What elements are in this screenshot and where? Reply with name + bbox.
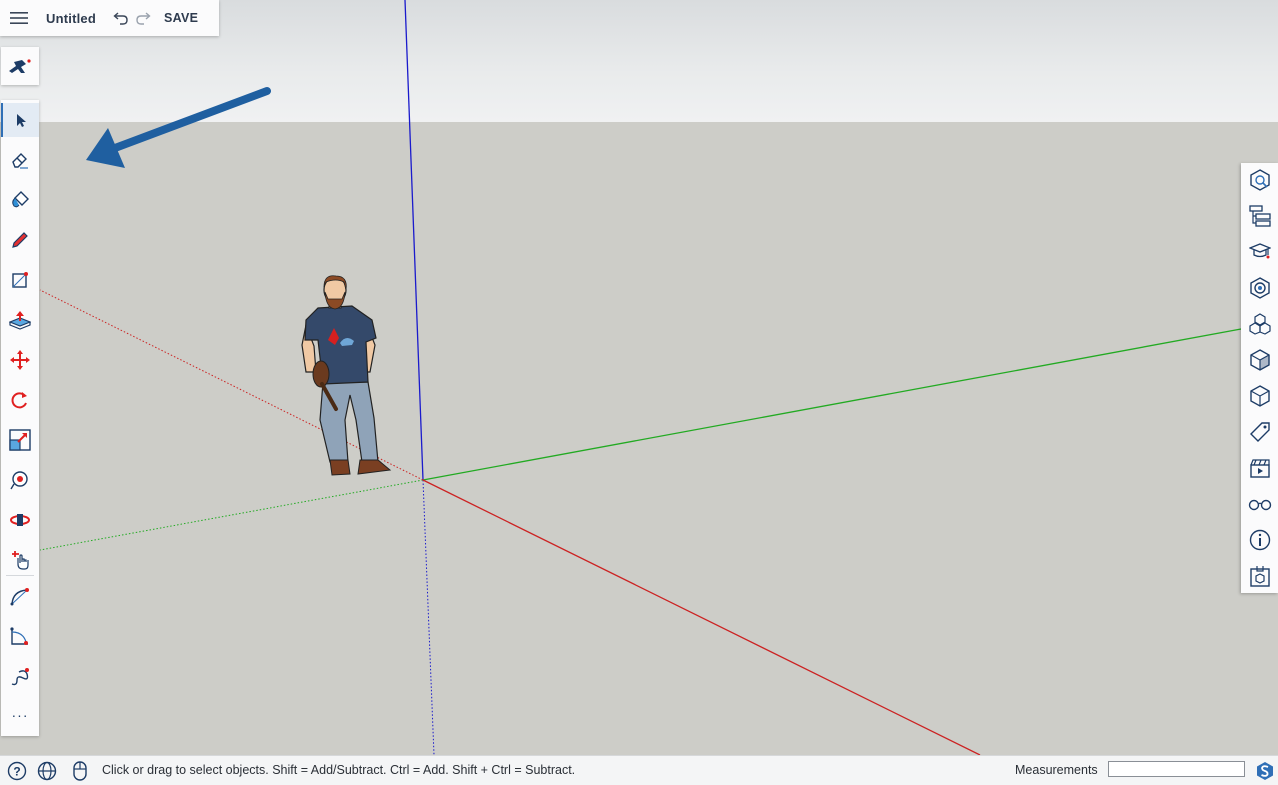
3d-viewport[interactable]: [0, 0, 1278, 755]
components-panel[interactable]: [1243, 307, 1277, 341]
pan-tool[interactable]: [3, 543, 37, 577]
pencil-icon: [12, 232, 28, 248]
save-button[interactable]: SAVE: [164, 11, 198, 25]
instructor-icon: [1249, 243, 1271, 259]
push-pull-tool[interactable]: [3, 303, 37, 337]
toolbar-separator: [6, 575, 34, 576]
3d-warehouse-panel[interactable]: [1243, 559, 1277, 593]
status-bar: ? Click or drag to select objects. Shift…: [0, 755, 1278, 785]
green-axis-positive: [422, 328, 1242, 481]
scale-tool[interactable]: [3, 423, 37, 457]
views-icon: [1250, 385, 1270, 407]
svg-text:?: ?: [13, 765, 20, 779]
eraser-icon: [12, 153, 28, 169]
display-panel[interactable]: [1243, 487, 1277, 521]
red-axis-positive: [422, 479, 981, 755]
info-icon: [1249, 529, 1271, 551]
views-panel[interactable]: [1243, 379, 1277, 413]
undo-icon[interactable]: [110, 0, 132, 36]
left-toolbar: ···: [1, 100, 39, 736]
top-bar: Untitled SAVE: [0, 0, 219, 36]
help-icon[interactable]: ?: [4, 758, 30, 784]
more-dots-icon: ···: [11, 707, 29, 723]
green-axis-negative: [39, 479, 424, 551]
move-arrows-icon: [10, 350, 30, 370]
measurements-input[interactable]: [1108, 761, 1245, 777]
redo-icon[interactable]: [132, 0, 154, 36]
orbit-tool[interactable]: [3, 503, 37, 537]
styles-panel[interactable]: [1243, 343, 1277, 377]
scenes-panel[interactable]: [1243, 451, 1277, 485]
rectangle-tool[interactable]: [3, 263, 37, 297]
follow-me-tool[interactable]: [3, 620, 37, 654]
materials-icon: [1250, 277, 1270, 299]
model-scene: [39, 0, 1242, 755]
glasses-icon: [1248, 499, 1272, 511]
hamburger-menu-icon[interactable]: [0, 0, 38, 36]
sketchup-s-icon[interactable]: [1252, 758, 1278, 784]
model-info-panel[interactable]: [1243, 523, 1277, 557]
arc-icon: [10, 588, 29, 606]
rectangle-icon: [12, 272, 28, 288]
warehouse-icon: [1250, 566, 1270, 587]
more-tools[interactable]: ···: [3, 698, 37, 732]
status-hint-text: Click or drag to select objects. Shift =…: [102, 763, 576, 777]
sketchup-logo-icon: [9, 59, 31, 73]
outliner-panel[interactable]: [1243, 199, 1277, 233]
move-tool[interactable]: [3, 343, 37, 377]
scale-figure-person: [301, 275, 392, 476]
hand-pan-icon: [12, 551, 29, 570]
tape-measure-tool[interactable]: [3, 463, 37, 497]
instructor-panel[interactable]: [1243, 235, 1277, 269]
entity-info-icon: [1250, 169, 1270, 191]
components-icon: [1249, 313, 1271, 335]
pencil-tool[interactable]: [3, 223, 37, 257]
sketchup-logo-button[interactable]: [1, 47, 39, 85]
blue-axis-positive: [404, 0, 424, 481]
globe-icon[interactable]: [34, 758, 60, 784]
tags-panel[interactable]: [1243, 415, 1277, 449]
push-pull-icon: [9, 311, 31, 330]
eraser-tool[interactable]: [3, 143, 37, 177]
freehand-tool[interactable]: [3, 660, 37, 694]
select-tool[interactable]: [1, 103, 39, 137]
outliner-icon: [1249, 205, 1271, 227]
rotate-tool[interactable]: [3, 383, 37, 417]
arrow-cursor-icon: [17, 114, 26, 127]
freehand-icon: [11, 668, 29, 686]
mouse-icon[interactable]: [67, 758, 93, 784]
orbit-icon: [10, 514, 30, 526]
tape-measure-icon: [10, 471, 28, 490]
scenes-icon: [1250, 459, 1270, 478]
tag-icon: [1250, 422, 1270, 442]
materials-panel[interactable]: [1243, 271, 1277, 305]
annotation-arrow: [86, 87, 271, 168]
measurements-label: Measurements: [1015, 763, 1098, 777]
follow-me-icon: [10, 627, 28, 645]
paint-bucket-icon: [12, 191, 29, 208]
arc-tool[interactable]: [3, 580, 37, 614]
styles-icon: [1250, 349, 1270, 371]
blue-axis-negative: [422, 479, 435, 755]
rotate-icon: [11, 392, 27, 409]
entity-info-panel[interactable]: [1243, 163, 1277, 197]
paint-bucket-tool[interactable]: [3, 183, 37, 217]
scale-icon: [9, 429, 31, 451]
document-title[interactable]: Untitled: [46, 11, 96, 26]
right-tray: [1241, 163, 1278, 593]
